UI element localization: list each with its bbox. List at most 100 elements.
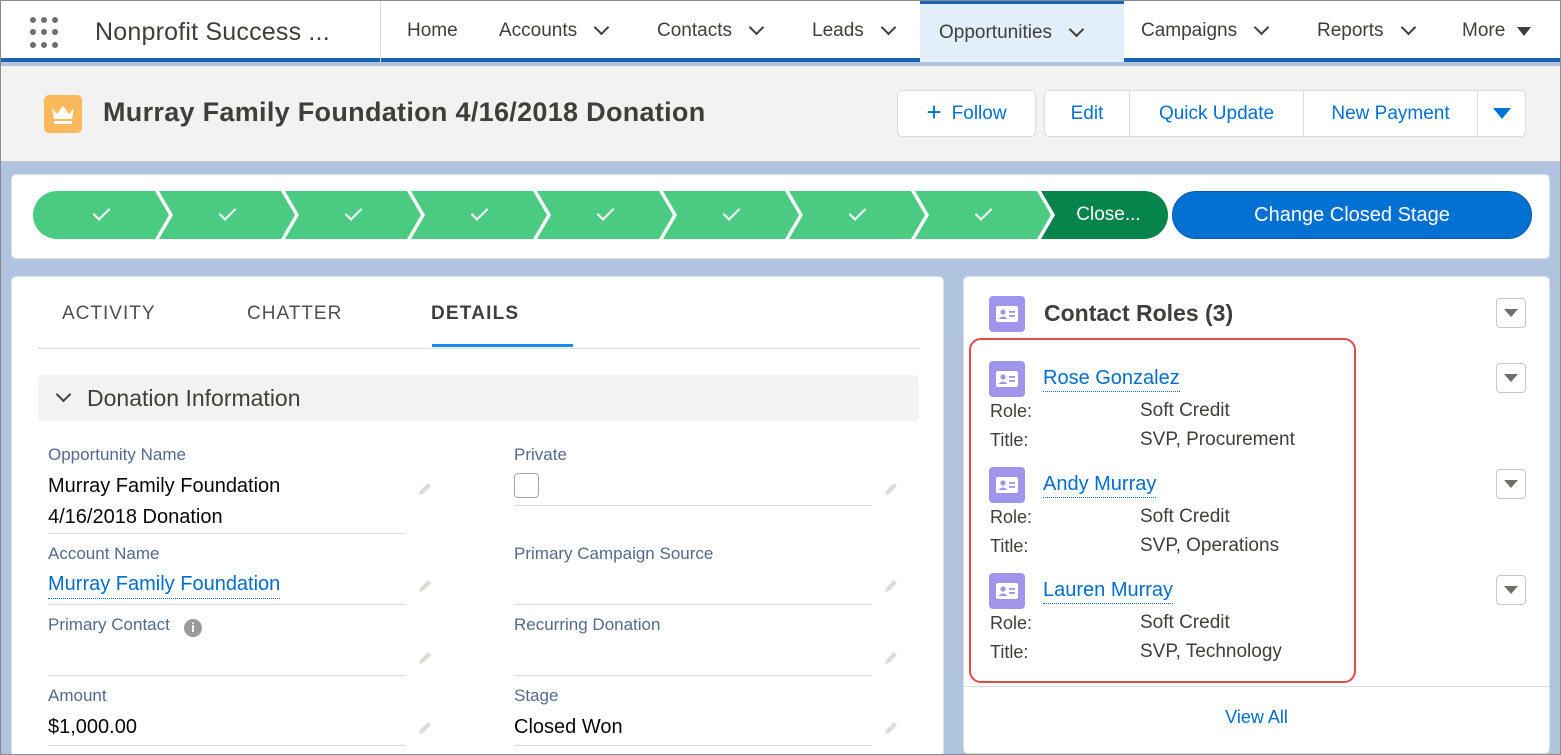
checkmark-icon [722,203,740,221]
nav-item-reports[interactable]: Reports [1317,0,1414,62]
field-primary-campaign-source: Primary Campaign Source [514,544,872,605]
edit-pencil-icon[interactable] [416,649,434,667]
role-value: Soft Credit [1140,612,1230,633]
caret-down-icon[interactable] [1517,26,1532,36]
contact-menu-button[interactable] [1496,575,1526,605]
contact-link-lauren-murray[interactable]: Lauren Murray [1043,577,1174,604]
tab-activity[interactable]: ACTIVITY [62,303,156,325]
field-label: Account Name [48,544,160,563]
nav-item-campaigns[interactable]: Campaigns [1141,0,1267,62]
field-label: Recurring Donation [514,615,661,634]
card-menu-button[interactable] [1496,298,1526,328]
title-value: SVP, Procurement [1140,429,1295,450]
private-checkbox[interactable] [514,473,539,498]
field-label: Stage [514,686,559,705]
quick-update-button[interactable]: Quick Update [1130,90,1304,137]
role-label: Role: [990,507,1033,527]
field-label: Primary Campaign Source [514,544,714,563]
nav-item-leads[interactable]: Leads [812,0,894,62]
field-amount: Amount $1,000.00 [48,686,406,746]
sales-path: Close... Change Closed Stage [11,174,1550,259]
caret-down-icon [1504,309,1518,317]
follow-button[interactable]: + Follow [897,90,1036,137]
edit-pencil-icon[interactable] [416,577,434,595]
new-payment-button[interactable]: New Payment [1304,90,1478,137]
contact-menu-button[interactable] [1496,469,1526,499]
record-title: Murray Family Foundation 4/16/2018 Donat… [103,97,706,127]
nav-item-home[interactable]: Home [407,0,458,62]
tab-details[interactable]: DETAILS [431,303,519,325]
app-name[interactable]: Nonprofit Success ... [95,18,330,47]
path-steps: Close... [33,191,1168,239]
contact-link-rose-gonzalez[interactable]: Rose Gonzalez [1043,365,1180,392]
field-value: $1,000.00 [48,716,137,738]
nav-item-label: Opportunities [939,22,1053,43]
nav-item-label: Reports [1317,20,1384,41]
nav-item-accounts[interactable]: Accounts [499,0,607,62]
field-label: Private [514,445,567,464]
edit-pencil-icon[interactable] [882,719,900,737]
chevron-down-icon[interactable] [1070,24,1082,36]
path-step-completed[interactable] [663,191,799,239]
title-label: Title: [990,536,1029,556]
chevron-down-icon[interactable] [1255,22,1267,34]
path-step-completed[interactable] [789,191,925,239]
contact-menu-button[interactable] [1496,363,1526,393]
field-label: Opportunity Name [48,445,186,464]
edit-pencil-icon[interactable] [416,719,434,737]
path-step-current[interactable]: Close... [1041,191,1168,239]
nav-item-more[interactable]: More [1462,0,1532,62]
contact-icon [989,467,1025,503]
contact-icon [989,361,1025,397]
view-all-link[interactable]: View All [964,707,1549,728]
opportunity-name-line2: 4/16/2018 Donation [48,506,223,528]
edit-button[interactable]: Edit [1044,90,1130,137]
edit-pencil-icon[interactable] [882,649,900,667]
chevron-down-icon[interactable] [595,22,607,34]
edit-pencil-icon[interactable] [882,480,900,498]
path-step-completed[interactable] [285,191,421,239]
global-navigation: Nonprofit Success ... Home Accounts Cont… [0,0,1561,62]
section-donation-information[interactable]: Donation Information [38,375,919,421]
primary-contact-label: Primary Contact [48,615,170,634]
title-label: Title: [990,430,1029,450]
path-step-completed[interactable] [915,191,1051,239]
checkmark-icon [848,203,866,221]
app-launcher-icon[interactable] [30,17,62,49]
tab-chatter[interactable]: CHATTER [247,303,342,325]
field-value: Murray Family Foundation 4/16/2018 Donat… [48,471,406,533]
account-name-link[interactable]: Murray Family Foundation [48,570,281,599]
field-private: Private [514,445,872,506]
chevron-down-icon[interactable] [750,22,762,34]
edit-pencil-icon[interactable] [416,480,434,498]
nav-item-label: Contacts [657,20,732,41]
caret-down-icon [1504,374,1518,382]
path-step-completed[interactable] [33,191,169,239]
nav-item-label: Home [407,20,458,41]
more-actions-button[interactable] [1478,90,1526,137]
path-step-completed[interactable] [537,191,673,239]
contact-link-andy-murray[interactable]: Andy Murray [1043,471,1157,498]
crown-icon [44,95,82,133]
contact-roles-title: Contact Roles (3) [1044,300,1234,326]
path-step-completed[interactable] [159,191,295,239]
chevron-down-icon[interactable] [1402,22,1414,34]
tab-bar: ACTIVITY CHATTER DETAILS [38,277,920,349]
plus-icon: + [926,97,942,127]
nav-item-opportunities[interactable]: Opportunities [920,0,1124,62]
nav-item-contacts[interactable]: Contacts [657,0,762,62]
chevron-down-icon[interactable] [882,22,894,34]
opportunity-name-line1: Murray Family Foundation [48,475,281,497]
path-step-completed[interactable] [411,191,547,239]
info-icon[interactable]: i [183,618,202,637]
record-detail-card: ACTIVITY CHATTER DETAILS Donation Inform… [11,276,944,755]
title-value: SVP, Operations [1140,535,1280,556]
nav-item-label: Accounts [499,20,578,41]
nav-divider [380,0,381,62]
role-value: Soft Credit [1140,400,1230,421]
field-opportunity-name: Opportunity Name Murray Family Foundatio… [48,445,406,534]
field-account-name: Account Name Murray Family Foundation [48,544,406,605]
field-label: Amount [48,686,107,705]
change-closed-stage-button[interactable]: Change Closed Stage [1172,191,1532,239]
edit-pencil-icon[interactable] [882,577,900,595]
